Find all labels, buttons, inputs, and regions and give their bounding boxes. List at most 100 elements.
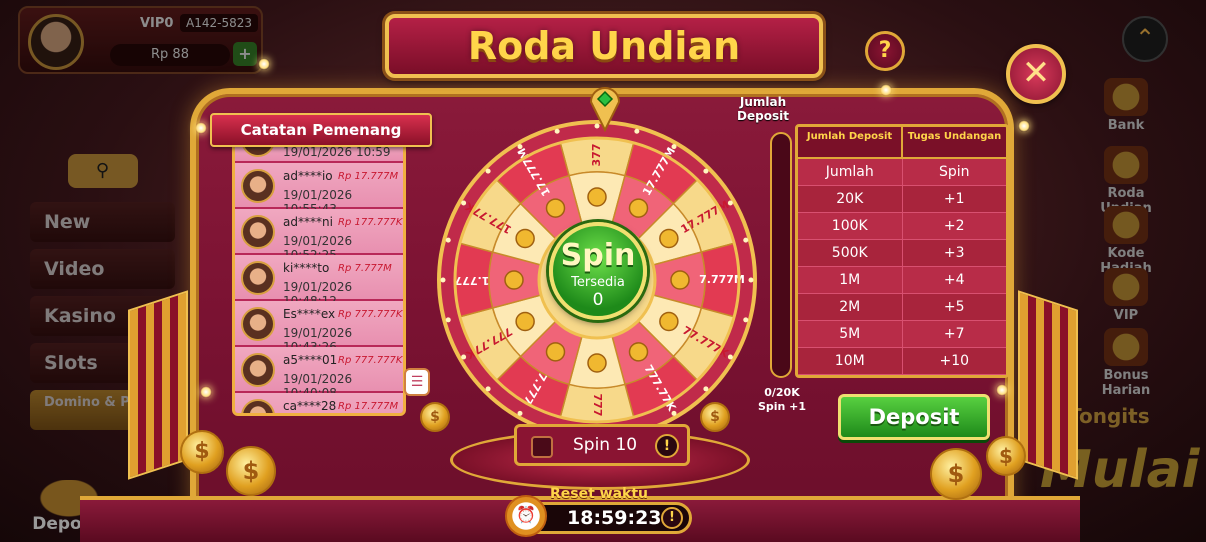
rim-bulb bbox=[748, 277, 754, 283]
cell-amount: 5M bbox=[798, 321, 903, 347]
spin-label: Spin bbox=[560, 238, 636, 273]
rim-bulb bbox=[517, 410, 523, 416]
side-item-label: Video bbox=[44, 258, 105, 280]
search-icon[interactable]: ⚲ bbox=[67, 154, 138, 188]
list-item: ki****to Rp 7.777M 19/01/2026 10:48:12 bbox=[235, 255, 403, 308]
winner-name: Es****ex bbox=[283, 307, 336, 321]
info-icon[interactable]: ! bbox=[661, 507, 683, 529]
gold-stripes-right bbox=[1018, 290, 1078, 480]
deposit-button[interactable]: Deposit bbox=[838, 394, 990, 440]
coin-stack-icon: $ bbox=[226, 446, 276, 496]
rim-bulb bbox=[554, 128, 560, 134]
add-balance-button[interactable]: + bbox=[233, 42, 257, 66]
available-count: 0 bbox=[592, 290, 604, 310]
cell-spin: +3 bbox=[943, 245, 965, 261]
reset-timer: ⏰ 18:59:23 ! bbox=[505, 495, 692, 537]
rim-bulb bbox=[743, 317, 749, 323]
cell-amount: 10M bbox=[798, 348, 903, 374]
table-header: Jumlah Deposit Tugas Undangan bbox=[798, 127, 1006, 159]
menu-vip[interactable]: VIP bbox=[1094, 268, 1158, 323]
column-header: Tugas Undangan bbox=[907, 131, 1002, 142]
rim-bulb bbox=[440, 277, 446, 283]
list-menu-icon[interactable]: ☰ bbox=[404, 368, 430, 396]
alarm-clock-icon: ⏰ bbox=[505, 495, 547, 537]
rim-bulb bbox=[703, 386, 709, 392]
cell-spin: +2 bbox=[943, 218, 965, 234]
spin10-toggle[interactable]: Spin 10 ! bbox=[514, 424, 690, 466]
lamp-light bbox=[258, 58, 270, 70]
winner-time: 19/01/2026 10:59 bbox=[283, 145, 391, 159]
winner-amount: Rp 17.777M bbox=[338, 401, 399, 412]
coin-stack-icon: $ bbox=[420, 402, 450, 432]
coin-stack-icon: $ bbox=[930, 448, 982, 500]
rim-bulb bbox=[461, 354, 467, 360]
spin-button[interactable]: Spin Tersedia 0 bbox=[549, 222, 647, 320]
winner-name: ca****28 bbox=[283, 399, 337, 413]
help-button[interactable]: ? bbox=[865, 31, 905, 71]
coin-icon bbox=[659, 311, 679, 332]
rim-bulb bbox=[445, 317, 451, 323]
rim-bulb bbox=[671, 144, 677, 150]
coin-icon bbox=[515, 228, 535, 249]
rim-bulb bbox=[634, 128, 640, 134]
list-item: Es****ex Rp 777.777K 19/01/2026 10:43:26 bbox=[235, 301, 403, 354]
rim-bulb bbox=[743, 237, 749, 243]
wheel-pointer-icon bbox=[589, 87, 621, 132]
reset-label: Reset waktu bbox=[550, 486, 649, 502]
list-item: a5****01 Rp 777.777K 19/01/2026 10:40:08 bbox=[235, 347, 403, 400]
winner-amount: Rp 177.777K bbox=[338, 217, 403, 228]
avatar bbox=[241, 215, 275, 249]
cell-spin: +10 bbox=[939, 353, 970, 369]
avatar bbox=[28, 14, 84, 70]
info-icon[interactable]: ! bbox=[655, 434, 679, 458]
menu-label: Bonus Harian bbox=[1101, 368, 1151, 398]
table-row: 10M +10 bbox=[798, 348, 1006, 375]
coin-icon bbox=[628, 342, 649, 362]
avatar bbox=[241, 353, 275, 387]
calendar-icon bbox=[1104, 328, 1148, 366]
menu-kode-hadiah[interactable]: Kode Hadiah bbox=[1094, 206, 1158, 276]
table-subheader: Jumlah Spin bbox=[798, 159, 1006, 186]
subheader-amount: Jumlah bbox=[798, 159, 903, 185]
coin-icon bbox=[545, 198, 566, 218]
side-item-label: Slots bbox=[44, 352, 98, 374]
subheader-spin: Spin bbox=[938, 164, 970, 180]
coin-icon bbox=[587, 187, 607, 207]
available-label: Tersedia bbox=[571, 275, 625, 290]
winner-name: a5****01 bbox=[283, 353, 338, 367]
side-item-label: Kasino bbox=[44, 305, 116, 327]
profile-panel: VIP0 A142-5823 Rp 88 + bbox=[18, 6, 263, 74]
avatar bbox=[241, 307, 275, 341]
cell-spin: +5 bbox=[943, 299, 965, 315]
cell-spin: +7 bbox=[943, 326, 965, 342]
title-banner: Roda Undian bbox=[385, 14, 823, 78]
winner-amount: Rp 777.777K bbox=[338, 355, 403, 366]
rim-bulb bbox=[703, 168, 709, 174]
bank-icon bbox=[1104, 78, 1148, 116]
dialog-title: Roda Undian bbox=[467, 24, 741, 68]
list-item: ad****ni Rp 177.777K 19/01/2026 10:52:25 bbox=[235, 209, 403, 262]
wheel-icon bbox=[1104, 146, 1148, 184]
wheel-segment-label: 777 bbox=[591, 394, 604, 417]
rim-bulb bbox=[485, 168, 491, 174]
winner-amount: Rp 7.777M bbox=[338, 263, 392, 274]
coin-icon bbox=[587, 353, 607, 373]
cell-spin: +4 bbox=[943, 272, 965, 288]
close-button[interactable]: ✕ bbox=[1006, 44, 1066, 104]
menu-bank[interactable]: Bank bbox=[1094, 78, 1158, 133]
account-id: A142-5823 bbox=[180, 14, 258, 32]
tongits-label: Tongits bbox=[1068, 404, 1150, 428]
balance: Rp 88 bbox=[110, 44, 230, 66]
winners-list[interactable]: 19/01/2026 10:59 ad****io Rp 17.777M 19/… bbox=[232, 138, 406, 416]
coin-icon bbox=[504, 270, 524, 290]
menu-bonus-harian[interactable]: Bonus Harian bbox=[1094, 328, 1158, 398]
cell-spin: +1 bbox=[943, 191, 965, 207]
wheel-segment-label: 1.777 bbox=[455, 274, 490, 287]
coin-stack-icon: $ bbox=[986, 436, 1026, 476]
progress-value: 0/20K bbox=[764, 386, 800, 399]
lamp-light bbox=[996, 384, 1008, 396]
deposit-progress-bar bbox=[770, 132, 792, 378]
coin-icon bbox=[659, 228, 679, 249]
table-row: 100K +2 bbox=[798, 213, 1006, 240]
spin10-checkbox[interactable] bbox=[531, 436, 553, 458]
